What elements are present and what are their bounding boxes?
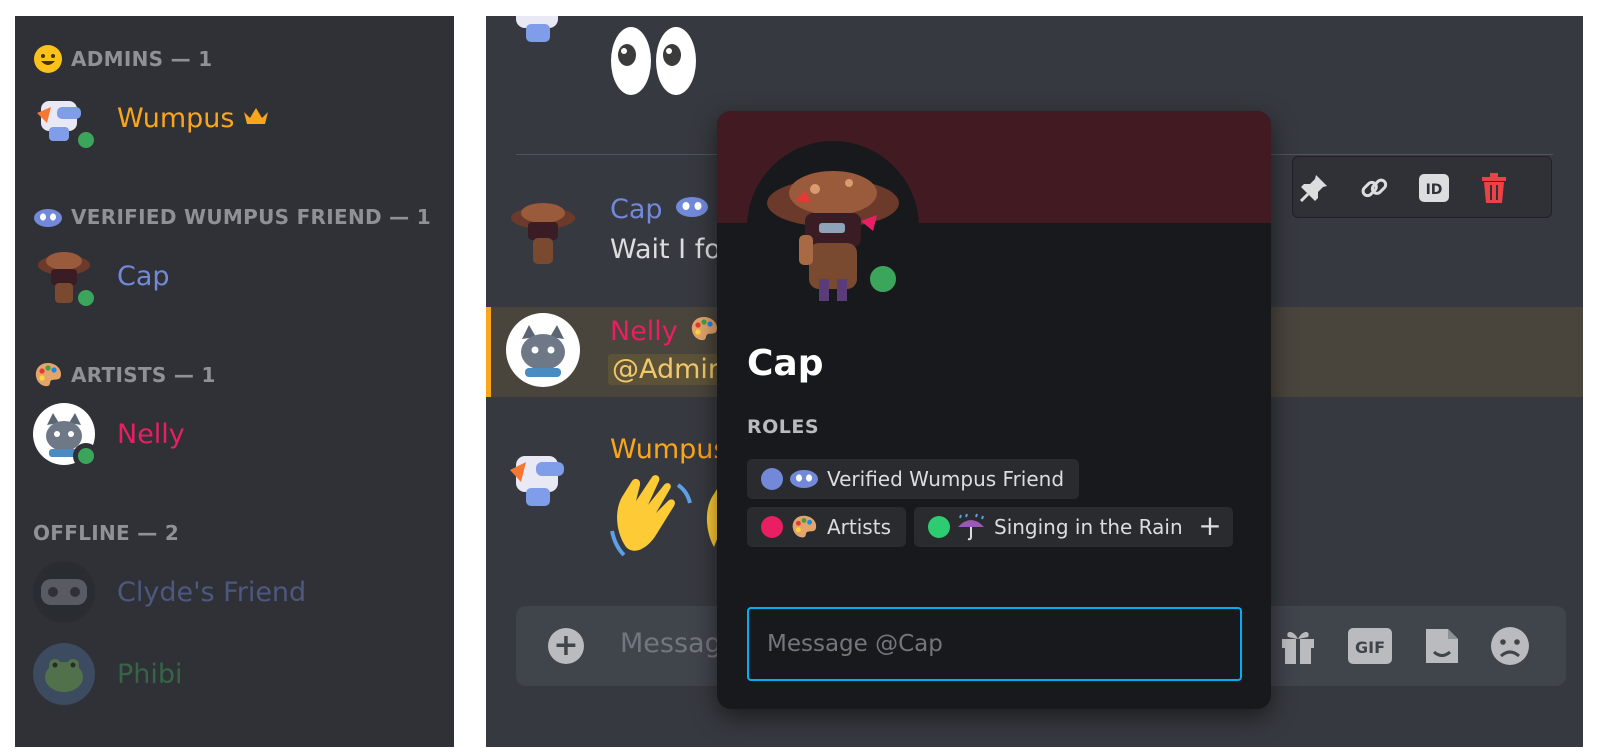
artist-palette-emoji-icon xyxy=(789,514,819,540)
gif-button[interactable]: GIF xyxy=(1348,624,1392,668)
user-profile-popout: Cap ROLES Verified Wumpus Friend Artists… xyxy=(717,111,1271,709)
role-group-header-offline: OFFLINE — 2 xyxy=(33,518,179,548)
role-label: Verified Wumpus Friend xyxy=(827,467,1065,491)
member-name: Wumpus xyxy=(117,102,235,134)
role-group-header-admins: ADMINS — 1 xyxy=(33,44,212,74)
group-label: ARTISTS — 1 xyxy=(71,363,216,387)
role-color-dot[interactable] xyxy=(761,468,783,490)
role-color-dot[interactable] xyxy=(761,516,783,538)
svg-text:ID: ID xyxy=(1426,182,1443,198)
avatar xyxy=(506,313,580,387)
member-name: Nelly xyxy=(117,418,185,450)
group-label: ADMINS — 1 xyxy=(71,47,213,71)
wumpus-badge-icon xyxy=(675,195,709,226)
member-wumpus[interactable]: Wumpus xyxy=(33,86,269,153)
role-pill-verified-wumpus-friend[interactable]: Verified Wumpus Friend xyxy=(747,459,1080,499)
member-cap[interactable]: Cap xyxy=(33,244,170,311)
avatar xyxy=(506,440,580,514)
grinning-face-emoji-icon xyxy=(33,44,63,74)
emoji-picker-icon[interactable] xyxy=(1488,624,1532,668)
wumpus-badge-icon xyxy=(33,202,63,232)
member-name: Phibi xyxy=(117,658,183,690)
avatar xyxy=(33,87,99,153)
member-name: Cap xyxy=(117,260,170,292)
member-list: ADMINS — 1 Wumpus VERIFIED WUMPUS FRIEND… xyxy=(15,16,454,747)
message-actions-toolbar: ID xyxy=(1292,156,1552,218)
message-author[interactable]: Cap xyxy=(610,194,709,226)
pin-icon[interactable] xyxy=(1295,169,1333,207)
delete-icon[interactable] xyxy=(1475,169,1513,207)
member-phibi[interactable]: Phibi xyxy=(33,642,183,706)
member-nelly[interactable]: Nelly xyxy=(33,402,185,469)
avatar xyxy=(33,643,95,705)
crown-icon xyxy=(243,106,269,130)
message-content: Wait I fo xyxy=(610,234,721,265)
message-author[interactable]: Nelly xyxy=(610,314,722,351)
gift-icon[interactable] xyxy=(1276,624,1320,668)
role-label: Artists xyxy=(827,515,891,539)
avatar xyxy=(33,403,99,469)
group-label: OFFLINE — 2 xyxy=(33,521,180,545)
direct-message-input[interactable] xyxy=(747,607,1242,681)
online-status-indicator xyxy=(73,443,99,469)
online-status-indicator xyxy=(73,285,99,311)
wumpus-badge-icon xyxy=(789,466,819,492)
role-pill-singing-in-the-rain[interactable]: Singing in the Rain xyxy=(914,507,1198,547)
online-status-indicator xyxy=(863,259,903,299)
copy-id-icon[interactable]: ID xyxy=(1415,169,1453,207)
roles-heading: ROLES xyxy=(747,416,820,438)
link-icon[interactable] xyxy=(1355,169,1393,207)
role-pill-artists[interactable]: Artists xyxy=(747,507,906,547)
role-mention[interactable]: @Admin xyxy=(608,354,730,385)
avatar xyxy=(506,196,580,270)
artist-palette-emoji-icon xyxy=(33,360,63,390)
attach-plus-button[interactable]: + xyxy=(548,628,584,664)
avatar xyxy=(506,16,580,50)
svg-text:GIF: GIF xyxy=(1355,638,1385,657)
avatar xyxy=(33,561,95,623)
member-name: Clyde's Friend xyxy=(117,576,307,608)
message-author[interactable]: Wumpus xyxy=(610,434,727,465)
eyes-emoji: 👀 xyxy=(608,24,700,102)
role-group-header-verified-wumpus-friend: VERIFIED WUMPUS FRIEND — 1 xyxy=(33,202,431,232)
avatar xyxy=(33,245,99,311)
umbrella-rain-emoji-icon xyxy=(956,513,986,541)
role-color-dot[interactable] xyxy=(928,516,950,538)
sticker-icon[interactable] xyxy=(1420,624,1464,668)
online-status-indicator xyxy=(73,127,99,153)
add-role-button[interactable]: + xyxy=(1187,507,1233,547)
role-group-header-artists: ARTISTS — 1 xyxy=(33,360,216,390)
member-clydes-friend[interactable]: Clyde's Friend xyxy=(33,560,306,624)
group-label: VERIFIED WUMPUS FRIEND — 1 xyxy=(71,205,431,229)
role-label: Singing in the Rain xyxy=(994,515,1183,539)
profile-username: Cap xyxy=(747,343,824,384)
